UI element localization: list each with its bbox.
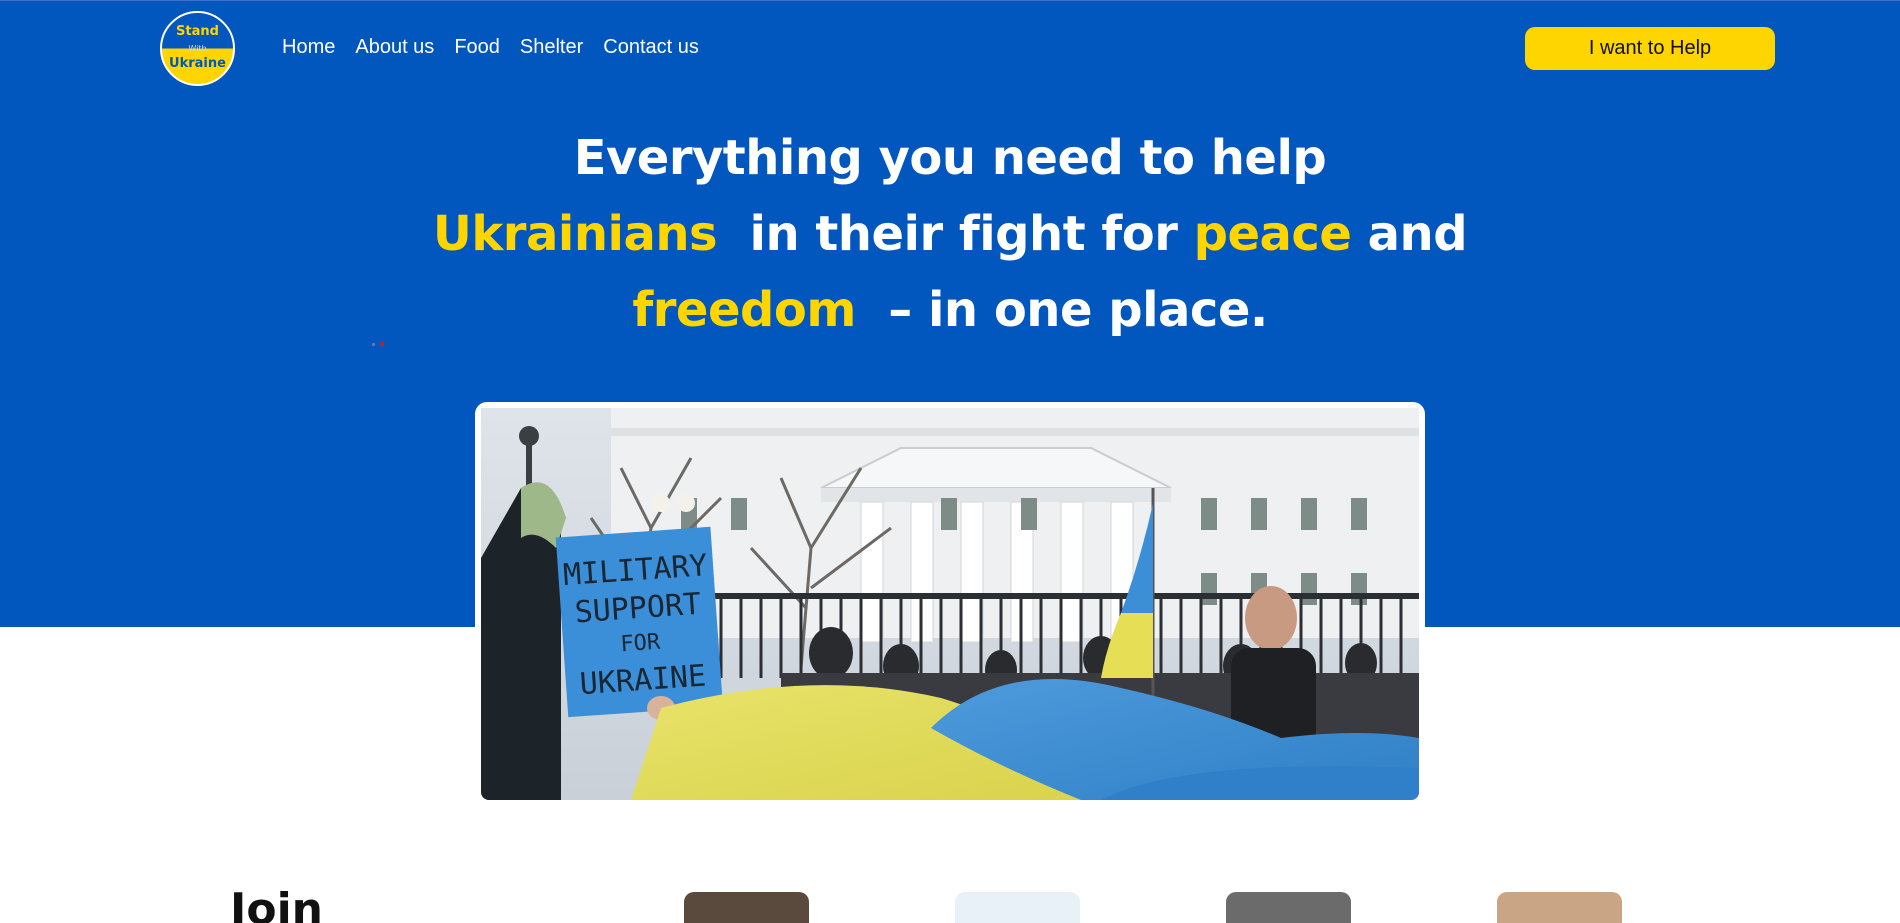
- hero-headline: Everything you need to help Ukrainians i…: [350, 120, 1550, 348]
- logo-text-with: With: [188, 44, 207, 53]
- logo-text-stand: Stand: [176, 24, 219, 39]
- decorative-dot: [372, 343, 375, 346]
- headline-highlight-freedom: freedom: [632, 282, 856, 338]
- protest-photo: MILITARY SUPPORT FOR UKRAINE: [481, 408, 1419, 800]
- feature-card-1-image[interactable]: [684, 892, 809, 923]
- headline-highlight-ukrainians: Ukrainians: [432, 206, 718, 262]
- hero-photo-frame: MILITARY SUPPORT FOR UKRAINE: [475, 402, 1425, 800]
- decorative-dots: [372, 342, 386, 348]
- headline-part-2: in their fight for: [749, 206, 1178, 262]
- protest-photo-illustration: MILITARY SUPPORT FOR UKRAINE: [481, 408, 1419, 800]
- nav-home-link[interactable]: Home: [282, 36, 335, 59]
- decorative-dot: [380, 342, 384, 346]
- nav-food-link[interactable]: Food: [454, 36, 500, 59]
- headline-part-3: and: [1367, 206, 1468, 262]
- page: Stand With Ukraine Home About us Food Sh…: [0, 0, 1900, 923]
- feature-card-3-image[interactable]: [1226, 892, 1351, 923]
- feature-card-4-image[interactable]: [1497, 892, 1622, 923]
- headline-part-4: – in one place.: [888, 282, 1268, 338]
- join-section-title: Join: [230, 884, 324, 923]
- nav-shelter-link[interactable]: Shelter: [520, 36, 583, 59]
- stand-with-ukraine-logo[interactable]: Stand With Ukraine: [160, 11, 235, 86]
- nav-about-link[interactable]: About us: [355, 36, 434, 59]
- i-want-to-help-button[interactable]: I want to Help: [1525, 27, 1775, 70]
- feature-card-2-image[interactable]: [955, 892, 1080, 923]
- headline-highlight-peace: peace: [1193, 206, 1352, 262]
- sign-line-3: FOR: [620, 630, 662, 658]
- main-nav: Home About us Food Shelter Contact us: [282, 36, 699, 59]
- logo-text-ukraine: Ukraine: [169, 56, 226, 71]
- nav-contact-link[interactable]: Contact us: [603, 36, 699, 59]
- headline-part-1: Everything you need to help: [573, 130, 1327, 186]
